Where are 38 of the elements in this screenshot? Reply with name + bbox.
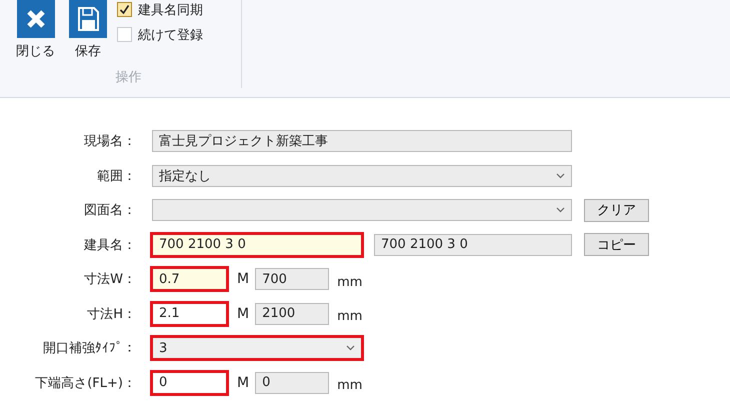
dropdown[interactable]: 指定なし	[152, 164, 572, 187]
field-label: 寸法W：	[83, 271, 137, 288]
unit-label: M	[237, 271, 250, 288]
dropdown[interactable]: 3	[150, 335, 364, 362]
field-label: 寸法H：	[86, 306, 137, 323]
input-field[interactable]: 0.7	[150, 266, 229, 292]
field-label: 下端高さ(FL+)：	[34, 374, 137, 392]
checkbox-label: 続けて登録	[138, 26, 203, 44]
unit-label: mm	[337, 309, 362, 324]
input-field[interactable]: 700 2100 3 0	[150, 232, 364, 258]
chevron-down-icon	[556, 207, 565, 214]
readonly-field: 700 2100 3 0	[374, 234, 572, 256]
field-label: 建具名：	[83, 236, 137, 254]
field-label: 現場名：	[83, 133, 137, 150]
checkbox[interactable]	[117, 2, 132, 17]
field-label: 開口補強ﾀｲﾌﾟ：	[42, 340, 137, 358]
input-field[interactable]: 2.1	[150, 300, 229, 327]
readonly-field: 0	[255, 372, 330, 394]
input-field[interactable]: 0	[150, 370, 229, 396]
field-label: 図面名：	[83, 202, 137, 220]
chevron-down-icon	[346, 345, 355, 352]
dropdown[interactable]	[152, 199, 572, 222]
readonly-field: 700	[255, 268, 330, 290]
readonly-field: 2100	[255, 302, 330, 325]
clear-button[interactable]: クリア	[584, 198, 649, 222]
readonly-field: 富士見プロジェクト新築工事	[152, 130, 572, 152]
unit-label: mm	[337, 274, 362, 290]
save-button[interactable]: 保存	[69, 0, 107, 60]
unit-label: mm	[337, 378, 362, 394]
field-label: 範囲：	[96, 168, 137, 185]
group-label: 操作	[116, 69, 142, 86]
chevron-down-icon	[556, 172, 565, 179]
copy-button[interactable]: コピー	[584, 233, 649, 256]
unit-label: M	[237, 374, 250, 391]
checkbox-label: 建具名同期	[138, 2, 203, 18]
checkbox[interactable]	[117, 27, 132, 42]
unit-label: M	[237, 306, 250, 322]
close-button[interactable]: 閉じる	[16, 0, 55, 60]
